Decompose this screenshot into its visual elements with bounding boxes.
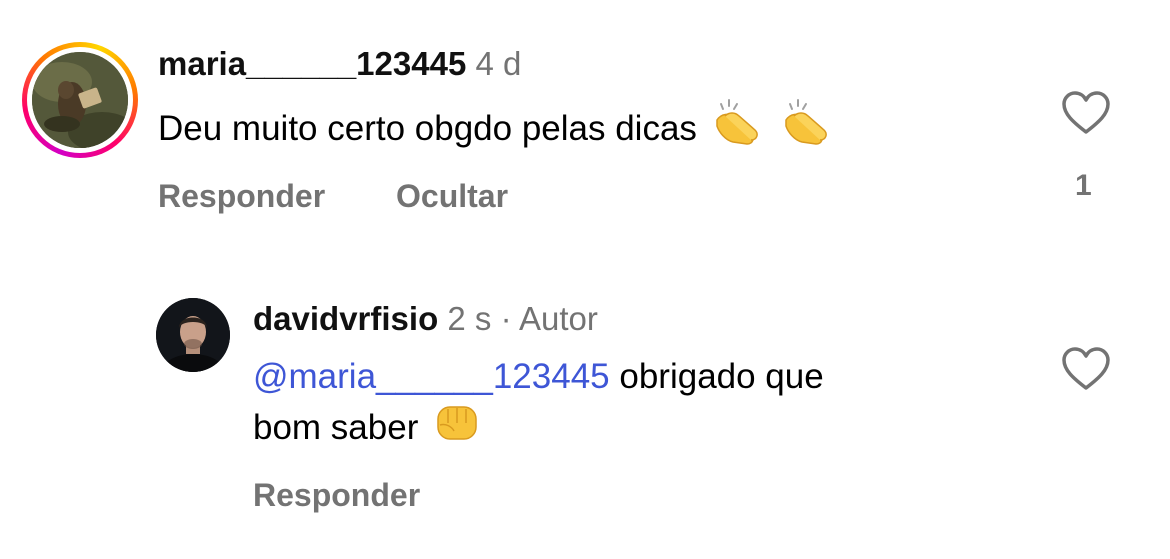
clapping-hands-icon [780,98,836,159]
comment-text: Deu muito certo obgdo pelas dicas [158,109,697,148]
story-ring[interactable] [22,42,138,158]
reply-username[interactable]: davidvrfisio [253,300,438,337]
avatar-photo [156,298,230,372]
avatar-photo [32,52,128,148]
reply-text-part-1: obrigado que [609,357,824,396]
reply-text-line-1: @maria______123445 obrigado que [253,353,824,401]
clapping-hands-icon [711,98,767,159]
reply-text-part-2: bom saber [253,408,419,447]
comment-username[interactable]: maria______123445 [158,45,466,82]
story-ring-gap [27,47,133,153]
like-count[interactable]: 1 [1075,168,1092,204]
comment-timestamp: 4 d [475,45,522,82]
avatar[interactable] [156,298,230,372]
reply-button[interactable]: Responder [158,176,325,216]
reply-timestamp: 2 s [447,300,492,337]
mention-link[interactable]: @maria______123445 [253,357,610,396]
like-heart-icon[interactable] [1061,90,1111,136]
oncoming-fist-icon [432,401,482,458]
reply-button[interactable]: Responder [253,475,420,515]
comment-text-row: Deu muito certo obgdo pelas dicas [158,98,836,159]
separator-dot: · [500,300,512,337]
author-badge: Autor [518,300,598,337]
avatar[interactable] [32,52,128,148]
comment-header: maria______123445 4 d [158,44,521,84]
reply-text-line-2: bom saber [253,401,482,458]
hide-button[interactable]: Ocultar [396,176,508,216]
like-heart-icon[interactable] [1061,346,1111,392]
reply-header: davidvrfisio 2 s · Autor [253,299,598,339]
